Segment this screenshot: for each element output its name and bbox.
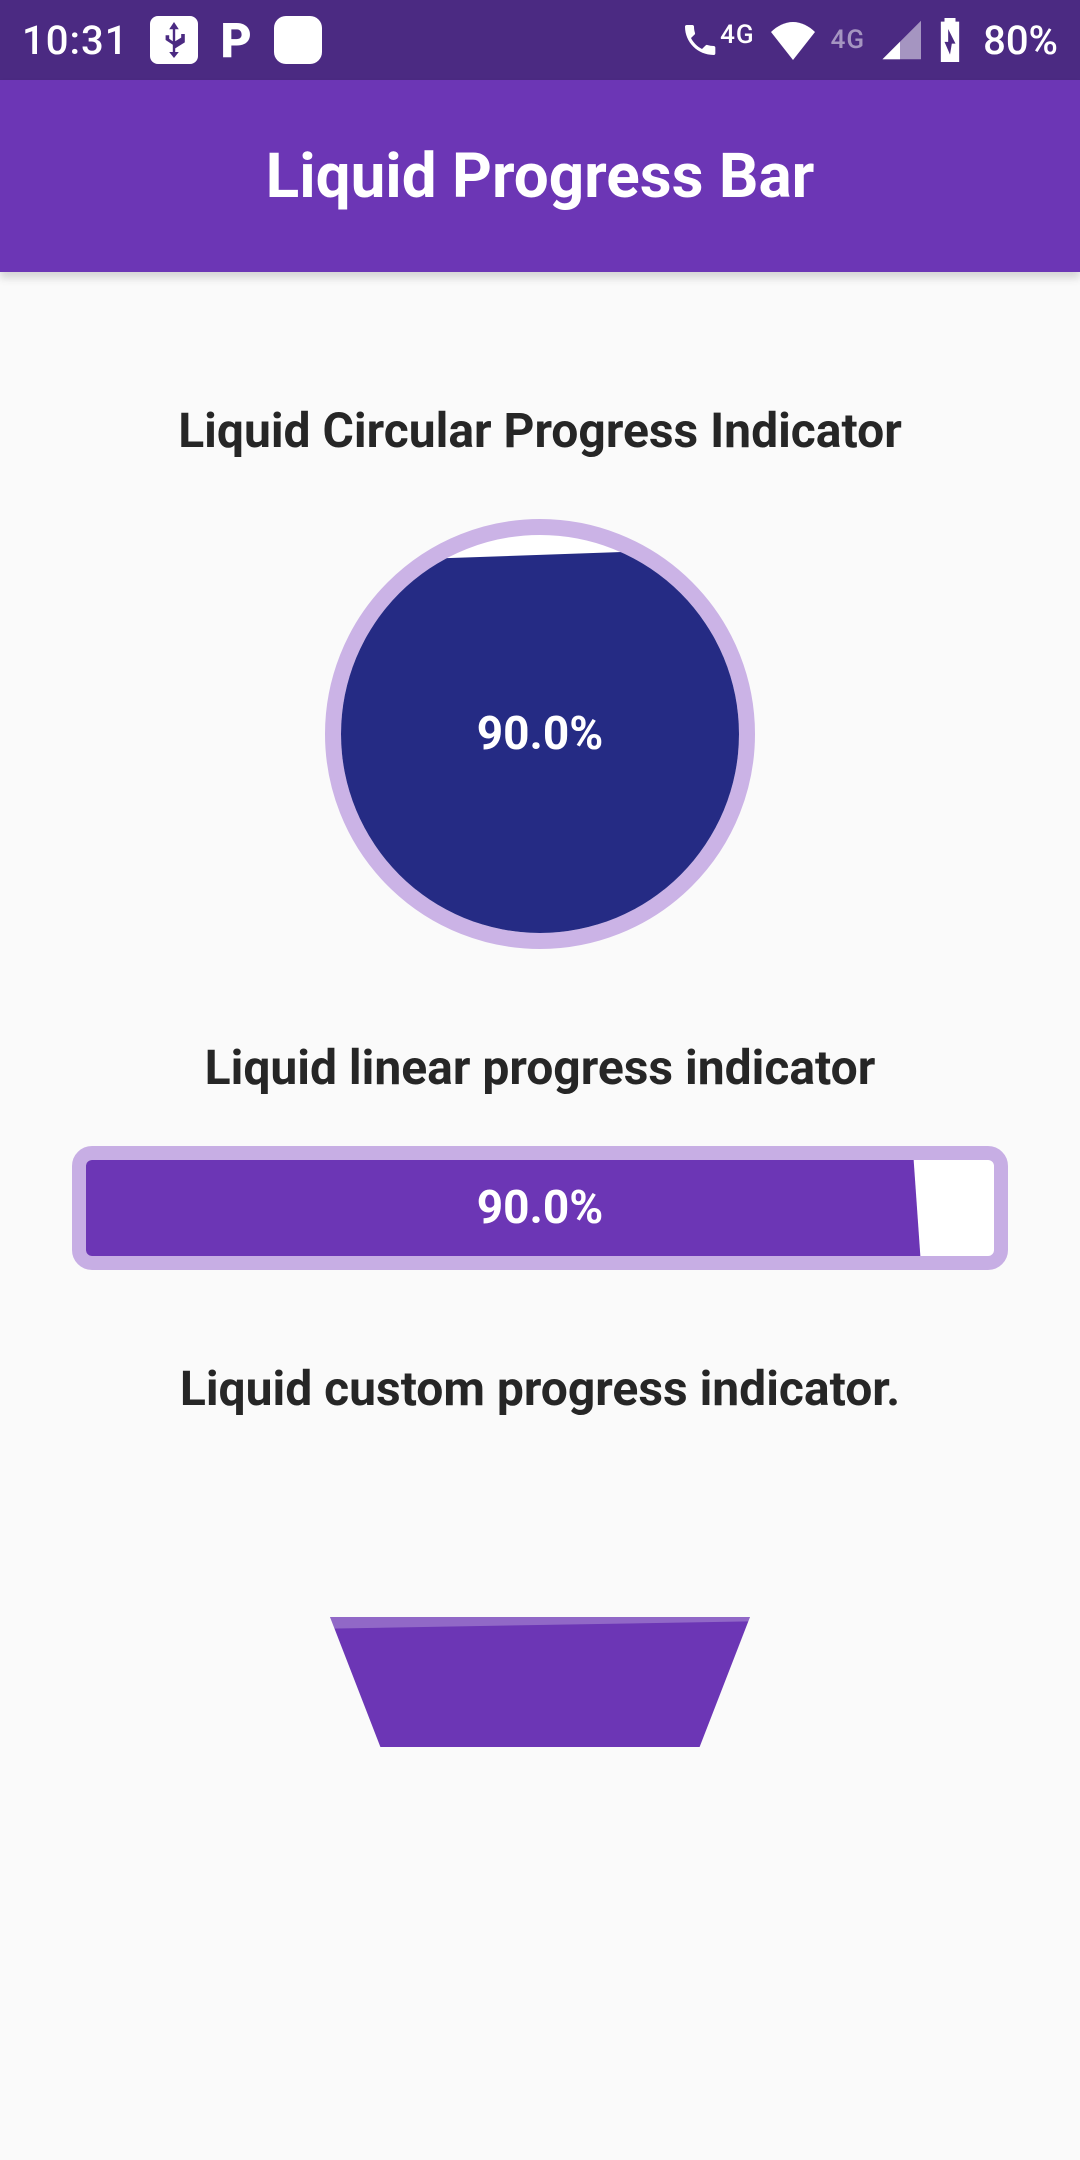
section-title-custom: Liquid custom progress indicator. <box>0 1360 1080 1417</box>
signal-icon <box>879 20 921 60</box>
status-bar: 10:31 P 4G 4G 80% <box>0 0 1080 80</box>
liquid-circular-progress: 90.0% <box>325 519 755 949</box>
section-title-circular: Liquid Circular Progress Indicator <box>0 402 1080 459</box>
app-title: Liquid Progress Bar <box>266 140 815 213</box>
liquid-custom-progress <box>330 1617 750 1747</box>
usb-icon <box>150 16 198 64</box>
circular-progress-container: 90.0% <box>0 519 1080 949</box>
custom-progress-container <box>0 1617 1080 1747</box>
battery-percent: 80% <box>983 17 1058 64</box>
status-left: 10:31 P <box>22 12 680 69</box>
signal-4g-label: 4G <box>831 25 866 55</box>
status-right: 4G 4G 80% <box>680 17 1058 64</box>
liquid-circular-value: 90.0% <box>341 535 739 933</box>
liquid-linear-value: 90.0% <box>86 1160 994 1256</box>
liquid-linear-progress: 90.0% <box>72 1146 1008 1270</box>
wifi-icon <box>769 20 817 60</box>
app-bar: Liquid Progress Bar <box>0 80 1080 272</box>
section-title-linear: Liquid linear progress indicator <box>0 1039 1080 1096</box>
content: Liquid Circular Progress Indicator 90.0%… <box>0 272 1080 1747</box>
app-icon-p: P <box>220 12 251 69</box>
linear-progress-container: 90.0% <box>72 1146 1008 1270</box>
call-4g-icon: 4G <box>680 20 755 60</box>
app-icon-square <box>274 16 322 64</box>
call-4g-label: 4G <box>720 20 755 50</box>
battery-charging-icon <box>935 18 965 62</box>
status-clock: 10:31 <box>22 17 128 64</box>
